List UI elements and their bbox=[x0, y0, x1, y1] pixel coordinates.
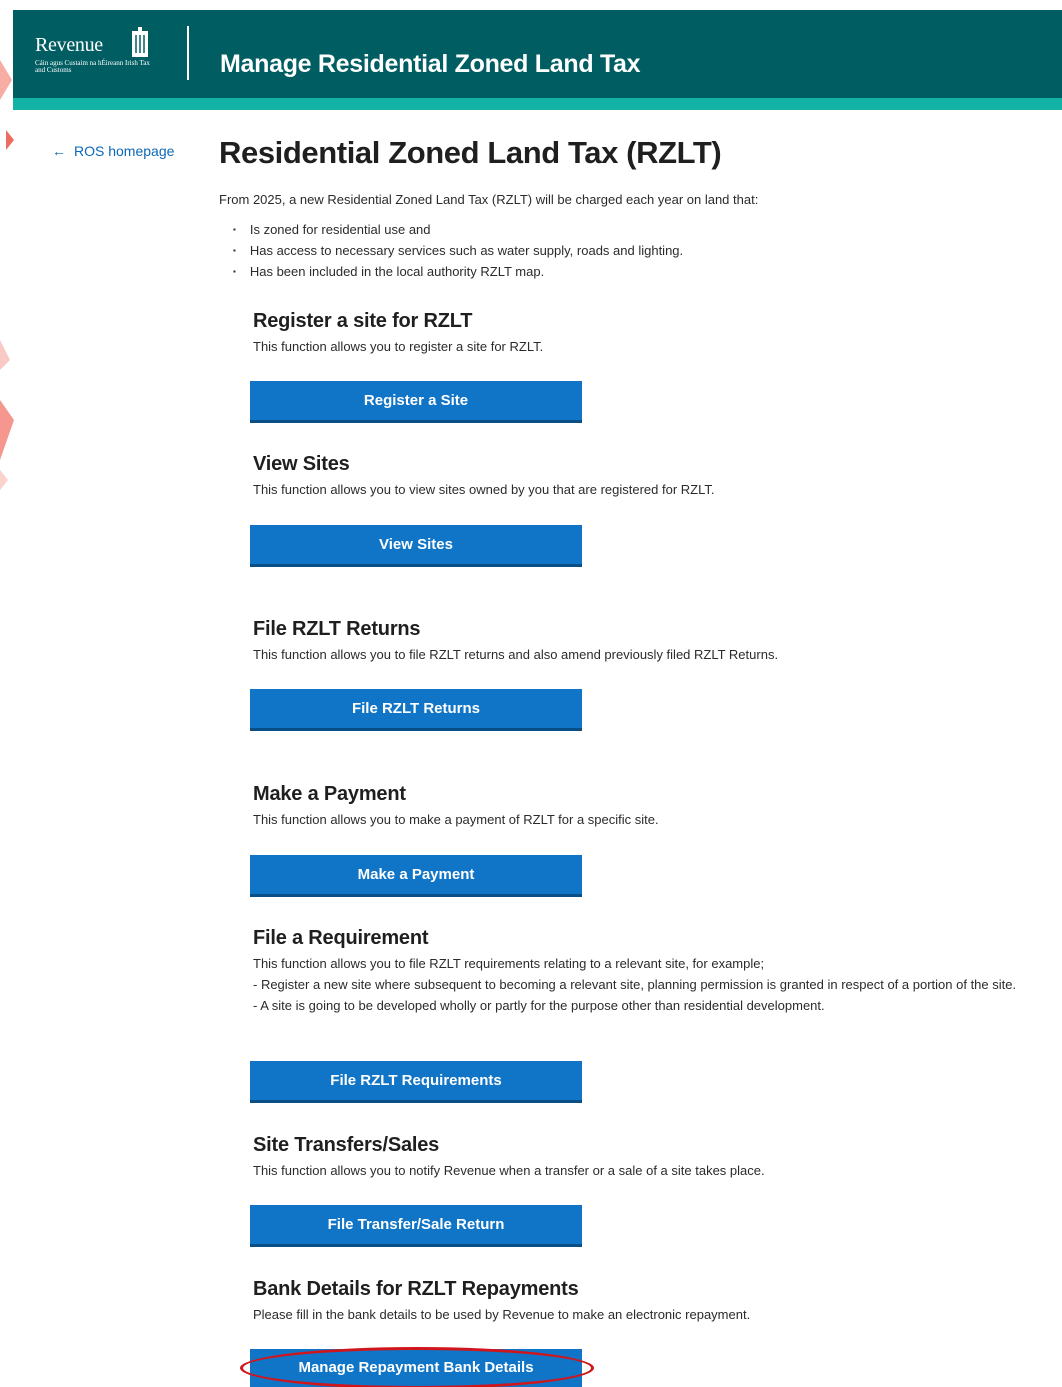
header-accent-strip bbox=[13, 98, 1062, 110]
arrow-left-icon: ← bbox=[52, 143, 66, 159]
section-bank-details: Bank Details for RZLT Repayments Please … bbox=[253, 1276, 1043, 1325]
section-description: This function allows you to register a s… bbox=[253, 339, 544, 354]
section-heading: Bank Details for RZLT Repayments bbox=[253, 1278, 579, 1300]
manage-repayment-bank-details-button[interactable]: Manage Repayment Bank Details bbox=[250, 1349, 582, 1387]
section-description-line: This function allows you to file RZLT re… bbox=[253, 956, 765, 971]
list-item: Has access to necessary services such as… bbox=[233, 240, 683, 261]
section-heading: Make a Payment bbox=[253, 783, 406, 805]
logo-subtext: Cáin agus Custaim na hÉireann Irish Tax … bbox=[35, 59, 150, 74]
intro-text: From 2025, a new Residential Zoned Land … bbox=[219, 192, 759, 207]
harp-icon bbox=[132, 27, 148, 57]
section-make-payment: Make a Payment This function allows you … bbox=[253, 781, 1043, 830]
logo-wordmark: Revenue bbox=[35, 34, 103, 56]
file-transfer-sale-return-button[interactable]: File Transfer/Sale Return bbox=[250, 1205, 582, 1247]
register-site-button[interactable]: Register a Site bbox=[250, 381, 582, 423]
section-register-site: Register a site for RZLT This function a… bbox=[253, 308, 1043, 357]
section-heading: File a Requirement bbox=[253, 927, 429, 949]
section-description: This function allows you to file RZLT re… bbox=[253, 647, 779, 662]
section-file-requirement: File a Requirement This function allows … bbox=[253, 925, 1043, 1016]
ros-homepage-link-label: ROS homepage bbox=[74, 143, 175, 159]
ros-homepage-link[interactable]: ← ROS homepage bbox=[52, 143, 174, 159]
page: Revenue Cáin agus Custaim na hÉireann Ir… bbox=[0, 0, 1062, 1387]
section-heading: File RZLT Returns bbox=[253, 618, 421, 640]
section-description: Please fill in the bank details to be us… bbox=[253, 1307, 751, 1322]
section-file-returns: File RZLT Returns This function allows y… bbox=[253, 616, 1043, 665]
section-heading: Site Transfers/Sales bbox=[253, 1134, 440, 1156]
section-heading: View Sites bbox=[253, 453, 350, 475]
page-title: Residential Zoned Land Tax (RZLT) bbox=[219, 135, 722, 170]
make-payment-button[interactable]: Make a Payment bbox=[250, 855, 582, 897]
view-sites-button[interactable]: View Sites bbox=[250, 525, 582, 567]
file-rzlt-returns-button[interactable]: File RZLT Returns bbox=[250, 689, 582, 731]
edge-decoration bbox=[0, 60, 14, 490]
section-view-sites: View Sites This function allows you to v… bbox=[253, 451, 1043, 500]
criteria-list: Is zoned for residential use and Has acc… bbox=[233, 219, 683, 282]
section-heading: Register a site for RZLT bbox=[253, 310, 473, 332]
header-title: Manage Residential Zoned Land Tax bbox=[220, 50, 641, 78]
file-rzlt-requirements-button[interactable]: File RZLT Requirements bbox=[250, 1061, 582, 1103]
section-description: This function allows you to notify Reven… bbox=[253, 1163, 765, 1178]
section-description: This function allows you to view sites o… bbox=[253, 482, 715, 497]
header-divider bbox=[187, 26, 189, 80]
list-item: Has been included in the local authority… bbox=[233, 261, 683, 282]
section-description-line: - Register a new site where subsequent t… bbox=[253, 977, 1017, 992]
revenue-logo[interactable]: Revenue Cáin agus Custaim na hÉireann Ir… bbox=[35, 18, 165, 78]
section-description-line: - A site is going to be developed wholly… bbox=[253, 998, 825, 1013]
section-description: This function allows you to make a payme… bbox=[253, 812, 659, 827]
list-item: Is zoned for residential use and bbox=[233, 219, 683, 240]
section-site-transfers: Site Transfers/Sales This function allow… bbox=[253, 1132, 1043, 1181]
